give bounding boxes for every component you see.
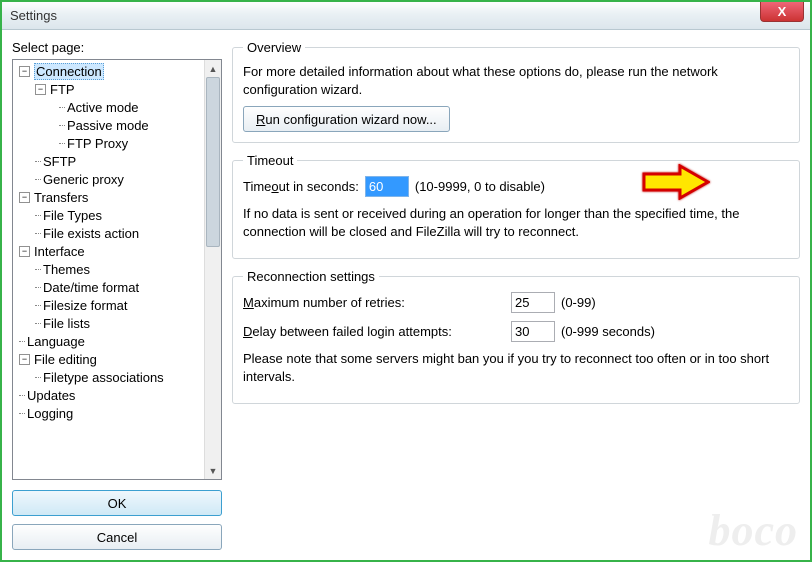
tree-item-logging[interactable]: Logging (13, 404, 221, 422)
select-page-label: Select page: (12, 40, 222, 55)
tree-item-updates[interactable]: Updates (13, 386, 221, 404)
tree-item-datetime[interactable]: Date/time format (13, 278, 221, 296)
tree-view[interactable]: −Connection −FTP Active mode Passive mod… (12, 59, 222, 480)
max-retries-label: Maximum number of retries: (243, 295, 505, 310)
window-title: Settings (10, 8, 57, 23)
tree-item-language[interactable]: Language (13, 332, 221, 350)
cancel-button[interactable]: Cancel (12, 524, 222, 550)
overview-group: Overview For more detailed information a… (232, 40, 800, 143)
tree-item-filelists[interactable]: File lists (13, 314, 221, 332)
tree-item-active-mode[interactable]: Active mode (13, 98, 221, 116)
tree-item-ftp-proxy[interactable]: FTP Proxy (13, 134, 221, 152)
collapse-icon[interactable]: − (19, 246, 30, 257)
delay-range: (0-999 seconds) (561, 324, 655, 339)
collapse-icon[interactable]: − (19, 354, 30, 365)
scroll-thumb[interactable] (206, 77, 220, 247)
delay-input[interactable] (511, 321, 555, 342)
collapse-icon[interactable]: − (19, 192, 30, 203)
timeout-label: Timeout in seconds: (243, 179, 359, 194)
tree-item-filesize[interactable]: Filesize format (13, 296, 221, 314)
timeout-input[interactable] (365, 176, 409, 197)
titlebar[interactable]: Settings X (2, 2, 810, 30)
timeout-range: (10-9999, 0 to disable) (415, 179, 545, 194)
tree-item-interface[interactable]: −Interface (13, 242, 221, 260)
tree-item-filetype-assoc[interactable]: Filetype associations (13, 368, 221, 386)
tree-item-connection[interactable]: −Connection (13, 62, 221, 80)
close-button[interactable]: X (760, 2, 804, 22)
run-wizard-button[interactable]: Run configuration wizard now... (243, 106, 450, 132)
ok-button[interactable]: OK (12, 490, 222, 516)
tree-item-file-editing[interactable]: −File editing (13, 350, 221, 368)
tree-item-file-exists[interactable]: File exists action (13, 224, 221, 242)
timeout-legend: Timeout (243, 153, 297, 168)
scroll-down-icon[interactable]: ▼ (205, 462, 221, 479)
max-retries-range: (0-99) (561, 295, 596, 310)
scroll-up-icon[interactable]: ▲ (205, 60, 221, 77)
tree-scrollbar[interactable]: ▲ ▼ (204, 60, 221, 479)
reconnect-group: Reconnection settings Maximum number of … (232, 269, 800, 404)
max-retries-input[interactable] (511, 292, 555, 313)
close-icon: X (778, 4, 787, 19)
reconnect-note: Please note that some servers might ban … (243, 350, 789, 385)
overview-legend: Overview (243, 40, 305, 55)
collapse-icon[interactable]: − (19, 66, 30, 77)
timeout-desc: If no data is sent or received during an… (243, 205, 789, 240)
collapse-icon[interactable]: − (35, 84, 46, 95)
tree-item-themes[interactable]: Themes (13, 260, 221, 278)
watermark: boco (708, 505, 798, 556)
tree-item-transfers[interactable]: −Transfers (13, 188, 221, 206)
timeout-group: Timeout Timeout in seconds: (10-9999, 0 … (232, 153, 800, 259)
tree-item-ftp[interactable]: −FTP (13, 80, 221, 98)
overview-desc: For more detailed information about what… (243, 63, 789, 98)
delay-label: Delay between failed login attempts: (243, 324, 505, 339)
tree-item-file-types[interactable]: File Types (13, 206, 221, 224)
tree-item-passive-mode[interactable]: Passive mode (13, 116, 221, 134)
tree-item-generic-proxy[interactable]: Generic proxy (13, 170, 221, 188)
tree-item-sftp[interactable]: SFTP (13, 152, 221, 170)
reconnect-legend: Reconnection settings (243, 269, 379, 284)
